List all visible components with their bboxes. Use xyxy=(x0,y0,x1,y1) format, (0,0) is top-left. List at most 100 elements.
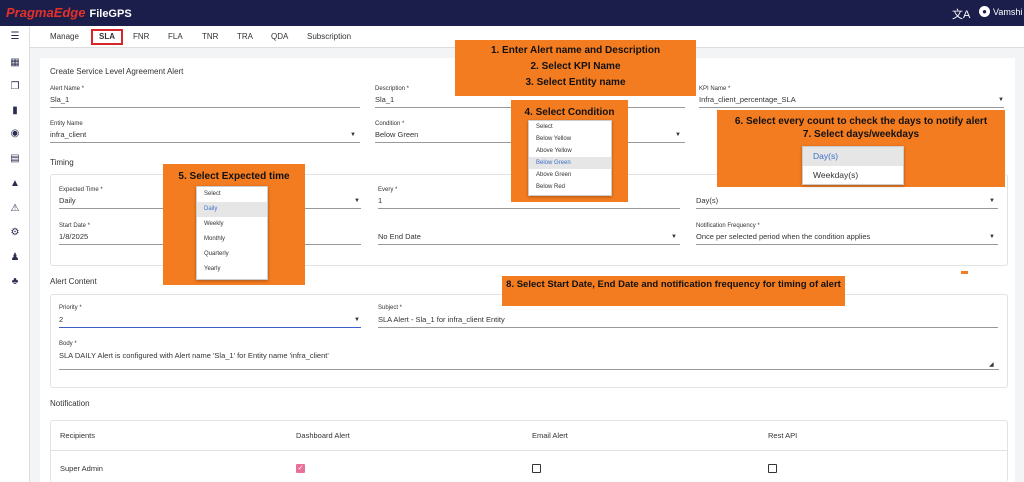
body-label: Body * xyxy=(59,341,77,347)
condition-option-selected[interactable]: Below Green xyxy=(529,157,611,169)
chevron-down-icon[interactable]: ▼ xyxy=(354,198,360,204)
alert-content-title: Alert Content xyxy=(50,277,97,286)
kpi-name-select[interactable]: Infra_client_percentage_SLA xyxy=(699,95,796,104)
product-name: FileGPS xyxy=(89,8,132,20)
callout-step-1: 1. Enter Alert name and Description xyxy=(490,45,661,56)
bar-chart-icon[interactable]: ▮ xyxy=(8,105,22,117)
tools-icon[interactable]: ⚙ xyxy=(8,227,22,239)
copy-icon[interactable]: ❐ xyxy=(8,81,22,93)
every-input[interactable]: 1 xyxy=(378,196,382,205)
entity-name-label: Entity Name xyxy=(50,121,83,127)
unit-option[interactable]: Weekday(s) xyxy=(803,166,903,185)
start-date-label: Start Date * xyxy=(59,223,91,229)
condition-select[interactable]: Below Green xyxy=(375,130,418,139)
brand-logo[interactable]: PragmaEdge FileGPS xyxy=(6,5,132,20)
entity-name-select[interactable]: infra_client xyxy=(50,130,86,139)
condition-option[interactable]: Above Green xyxy=(529,169,611,181)
expected-option[interactable]: Weekly xyxy=(197,217,267,232)
expected-option[interactable]: Monthly xyxy=(197,232,267,247)
alert-content-panel: Priority * 2 ▼ Subject * SLA Alert - Sla… xyxy=(50,294,1008,388)
notification-table: Recipients Dashboard Alert Email Alert R… xyxy=(50,420,1008,482)
condition-option[interactable]: Select xyxy=(529,121,611,133)
end-date-select[interactable]: No End Date xyxy=(378,232,421,241)
expected-option[interactable]: Quarterly xyxy=(197,247,267,262)
chevron-down-icon[interactable]: ▼ xyxy=(998,97,1004,103)
user-name: Vamshi xyxy=(993,6,1023,17)
callout-steps-1-3: 1. Enter Alert name and Description 2. S… xyxy=(455,40,696,96)
priority-label: Priority * xyxy=(59,305,82,311)
user-menu[interactable]: ● Vamshi xyxy=(979,6,1022,17)
chevron-down-icon[interactable]: ▼ xyxy=(675,132,681,138)
user-settings-icon[interactable]: ♟ xyxy=(8,252,22,264)
expected-time-select[interactable]: Daily xyxy=(59,196,76,205)
expected-time-label: Expected Time * xyxy=(59,187,103,193)
condition-option[interactable]: Above Yellow xyxy=(529,145,611,157)
notification-title: Notification xyxy=(50,399,90,408)
alert-settings-icon[interactable]: ⚠ xyxy=(8,203,22,215)
expected-option-selected[interactable]: Daily xyxy=(197,202,267,217)
chevron-down-icon[interactable]: ▼ xyxy=(354,317,360,323)
expected-time-dropdown-menu: Select Daily Weekly Monthly Quarterly Ye… xyxy=(196,186,268,280)
expected-option[interactable]: Select xyxy=(197,187,267,202)
chevron-down-icon[interactable]: ▼ xyxy=(671,234,677,240)
menu-icon[interactable]: ☰ xyxy=(8,31,22,43)
condition-label: Condition * xyxy=(375,121,405,127)
header-recipients: Recipients xyxy=(60,431,96,440)
period-unit-dropdown-menu: Day(s) Weekday(s) xyxy=(802,146,904,185)
description-label: Description * xyxy=(375,86,410,92)
callout-step-3: 3. Select Entity name xyxy=(525,77,626,88)
tab-fla[interactable]: FLA xyxy=(162,29,189,45)
callout-step-2: 2. Select KPI Name xyxy=(530,61,621,72)
group-icon[interactable]: ♣ xyxy=(8,276,22,288)
tab-qda[interactable]: QDA xyxy=(265,29,294,45)
alert-name-input[interactable]: Sla_1 xyxy=(50,95,69,104)
subject-label: Subject * xyxy=(378,305,403,311)
callout-step-7: 7. Select days/weekdays xyxy=(802,129,920,140)
callout-marker xyxy=(961,271,968,274)
alert-name-label: Alert Name * xyxy=(50,86,85,92)
condition-option[interactable]: Below Red xyxy=(529,181,611,193)
chevron-down-icon[interactable]: ▼ xyxy=(989,198,995,204)
alert-icon[interactable]: ▲ xyxy=(8,178,22,190)
resize-handle-icon[interactable]: ◢ xyxy=(989,361,994,368)
rest-api-checkbox[interactable] xyxy=(768,464,777,473)
tab-manage[interactable]: Manage xyxy=(44,29,85,45)
priority-select[interactable]: 2 xyxy=(59,315,63,324)
tab-tra[interactable]: TRA xyxy=(231,29,259,45)
header-dashboard-alert: Dashboard Alert xyxy=(296,431,350,440)
kpi-name-label: KPI Name * xyxy=(699,86,731,92)
callout-step-8: 8. Select Start Date, End Date and notif… xyxy=(502,276,845,306)
chevron-down-icon[interactable]: ▼ xyxy=(350,132,356,138)
tab-fnr[interactable]: FNR xyxy=(127,29,155,45)
form-title: Create Service Level Agreement Alert xyxy=(50,67,184,76)
callout-step-8-text: 8. Select Start Date, End Date and notif… xyxy=(506,279,841,290)
notification-frequency-label: Notification Frequency * xyxy=(696,223,760,229)
unit-option-selected[interactable]: Day(s) xyxy=(803,147,903,166)
expected-option[interactable]: Yearly xyxy=(197,262,267,277)
translate-icon[interactable]: 文A xyxy=(952,6,970,22)
period-unit-select[interactable]: Day(s) xyxy=(696,196,718,205)
account-circle-icon[interactable]: ◉ xyxy=(8,128,22,140)
dashboard-alert-checkbox[interactable]: ✓ xyxy=(296,464,305,473)
callout-step-4-text: 4. Select Condition xyxy=(524,107,615,118)
chevron-down-icon[interactable]: ▼ xyxy=(989,234,995,240)
notification-frequency-select[interactable]: Once per selected period when the condit… xyxy=(696,232,870,241)
start-date-input[interactable]: 1/8/2025 xyxy=(59,232,88,241)
dashboard-icon[interactable]: ▦ xyxy=(8,57,22,69)
document-icon[interactable]: ▤ xyxy=(8,153,22,165)
header-email-alert: Email Alert xyxy=(532,431,568,440)
account-icon: ● xyxy=(979,6,990,17)
every-label: Every * xyxy=(378,187,398,193)
tab-sla[interactable]: SLA xyxy=(91,29,123,45)
tab-subscription[interactable]: Subscription xyxy=(301,29,357,45)
condition-option[interactable]: Below Yellow xyxy=(529,133,611,145)
description-input[interactable]: Sla_1 xyxy=(375,95,394,104)
recipient-name: Super Admin xyxy=(60,464,103,473)
condition-dropdown-menu: Select Below Yellow Above Yellow Below G… xyxy=(528,120,612,196)
timing-title: Timing xyxy=(50,158,74,167)
body-textarea[interactable]: SLA DAILY Alert is configured with Alert… xyxy=(59,351,329,360)
subject-input[interactable]: SLA Alert - Sla_1 for infra_client Entit… xyxy=(378,315,505,324)
email-alert-checkbox[interactable] xyxy=(532,464,541,473)
header-rest-api: Rest API xyxy=(768,431,798,440)
tab-tnr[interactable]: TNR xyxy=(196,29,224,45)
